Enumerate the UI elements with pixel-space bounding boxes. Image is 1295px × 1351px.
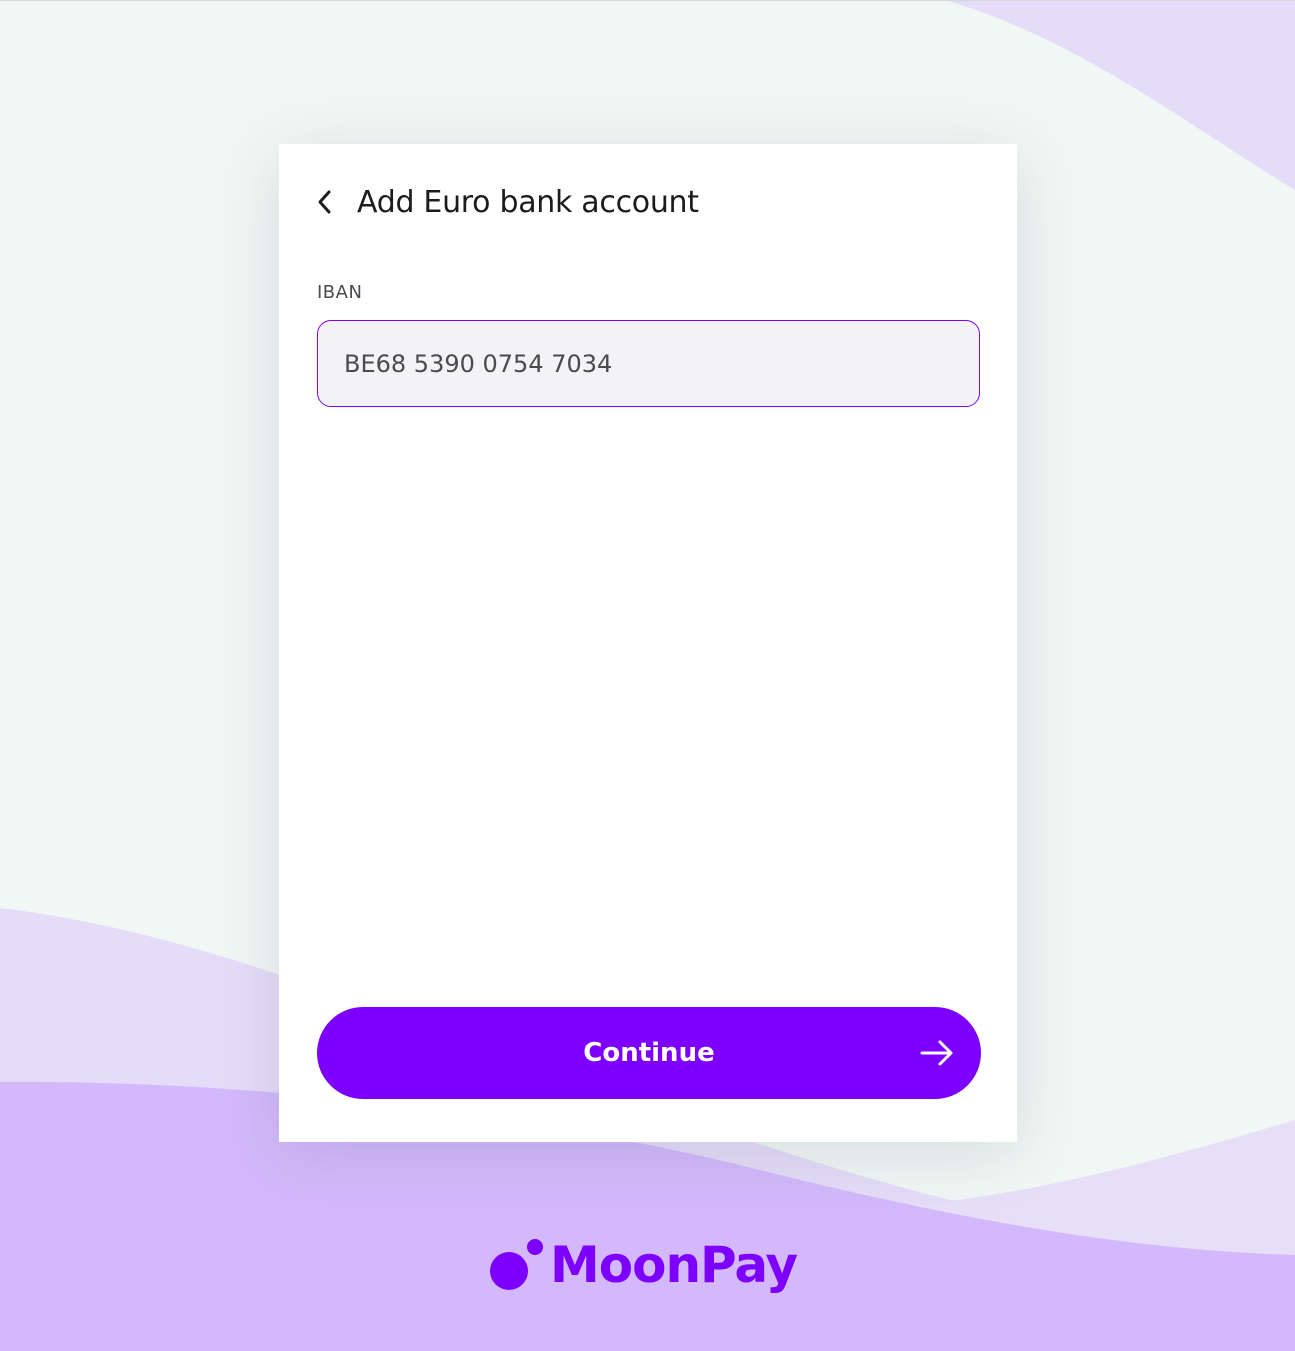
arrow-right-icon <box>920 1040 953 1066</box>
iban-input[interactable] <box>317 320 980 407</box>
chevron-left-icon <box>318 190 331 214</box>
back-button[interactable] <box>317 182 341 222</box>
moonpay-logo-icon <box>490 1239 543 1290</box>
iban-label: IBAN <box>317 282 363 303</box>
card-header: Add Euro bank account <box>317 182 699 222</box>
page-title: Add Euro bank account <box>357 184 699 220</box>
moonpay-logo: MoonPay <box>488 1236 798 1294</box>
brand-name: MoonPay <box>550 1236 798 1294</box>
top-border <box>0 0 1295 1</box>
continue-button[interactable]: Continue <box>317 1007 981 1099</box>
continue-label: Continue <box>583 1038 715 1068</box>
add-bank-account-card: Add Euro bank account IBAN Continue <box>279 144 1017 1142</box>
page-background: Add Euro bank account IBAN Continue Moon… <box>0 0 1295 1351</box>
